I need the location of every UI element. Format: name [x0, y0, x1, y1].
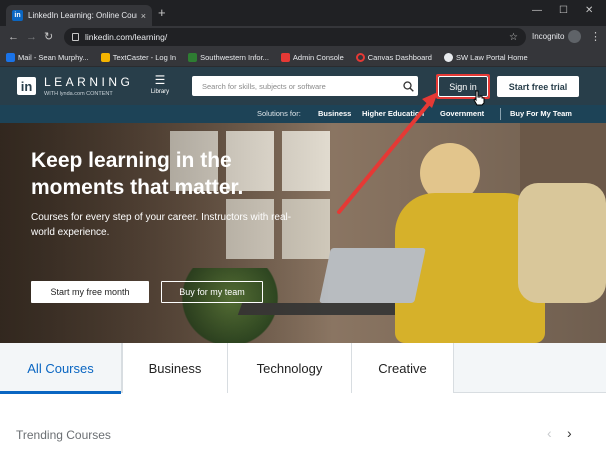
search-input[interactable] — [202, 81, 398, 91]
canvas-icon — [355, 52, 365, 62]
brand-name[interactable]: LEARNING — [44, 75, 133, 89]
search-icon[interactable] — [398, 76, 418, 96]
browser-toolbar: ← → ↻ linkedin.com/learning/ ☆ Incognito… — [0, 26, 606, 48]
lock-icon — [72, 33, 79, 41]
incognito-label: Incognito — [532, 32, 565, 41]
linkedin-favicon-icon: in — [12, 10, 23, 21]
library-label: Library — [150, 89, 170, 95]
bookmark-label: Admin Console — [292, 52, 344, 62]
screenshot-root: in LinkedIn Learning: Online Courses × +… — [0, 0, 606, 451]
bookmark-label: Southwestern Infor... — [200, 52, 269, 62]
library-icon: ☰ — [154, 73, 166, 87]
address-bar[interactable]: linkedin.com/learning/ ☆ — [64, 28, 526, 46]
trending-courses-title: Trending Courses — [16, 428, 111, 442]
hero-description: Courses for every step of your career. I… — [31, 212, 292, 238]
bookmark-label: Canvas Dashboard — [367, 52, 432, 62]
bookmark-item[interactable]: Admin Console — [280, 52, 344, 62]
brand-subtitle: WITH lynda.com CONTENT — [44, 91, 113, 97]
tab-creative[interactable]: Creative — [352, 343, 454, 393]
library-button[interactable]: ☰ Library — [147, 74, 173, 95]
southwestern-icon — [188, 52, 198, 62]
bookmark-label: SW Law Portal Home — [455, 52, 528, 62]
start-free-trial-button[interactable]: Start free trial — [497, 76, 579, 97]
tab-close-icon[interactable]: × — [141, 11, 146, 21]
nav-business[interactable]: Business — [318, 109, 351, 118]
nav-government[interactable]: Government — [440, 109, 484, 118]
close-window-button[interactable]: ✕ — [585, 5, 593, 16]
url-text: linkedin.com/learning/ — [85, 32, 168, 42]
globe-icon — [443, 52, 453, 62]
browser-menu-icon[interactable]: ⋮ — [590, 30, 601, 43]
bookmark-label: TextCaster - Log In — [112, 52, 177, 62]
new-tab-button[interactable]: + — [158, 6, 166, 19]
buy-for-team-button[interactable]: Buy for my team — [161, 281, 263, 303]
course-tabs: All Courses Business Technology Creative — [0, 343, 606, 394]
hero-headline: Keep learning in the moments that matter… — [31, 149, 244, 199]
hand-cursor-icon — [473, 90, 485, 106]
back-icon[interactable]: ← — [8, 30, 19, 44]
site-header: in LEARNING WITH lynda.com CONTENT ☰ Lib… — [0, 67, 606, 105]
linkedin-logo-icon[interactable]: in — [17, 77, 36, 95]
armchair — [518, 183, 606, 303]
nav-buy-for-my-team[interactable]: Buy For My Team — [510, 109, 572, 118]
browser-tab[interactable]: in LinkedIn Learning: Online Courses × — [6, 5, 152, 26]
incognito-avatar-icon[interactable] — [568, 30, 581, 43]
start-free-month-button[interactable]: Start my free month — [31, 281, 149, 303]
solutions-label: Solutions for: — [257, 109, 301, 118]
bookmark-item[interactable]: Mail - Sean Murphy... — [6, 52, 89, 62]
minimize-button[interactable]: — — [532, 5, 542, 16]
reload-icon[interactable]: ↻ — [44, 30, 53, 44]
bookmark-item[interactable]: SW Law Portal Home — [443, 52, 528, 62]
adobe-icon — [280, 52, 290, 62]
browser-tab-strip: in LinkedIn Learning: Online Courses × +… — [0, 0, 606, 26]
bookmark-label: Mail - Sean Murphy... — [18, 52, 89, 62]
solutions-nav: Solutions for: Business Higher Education… — [0, 105, 606, 123]
maximize-button[interactable]: ☐ — [559, 5, 568, 16]
textcaster-icon — [100, 52, 110, 62]
forward-icon[interactable]: → — [26, 30, 37, 44]
bookmark-star-icon[interactable]: ☆ — [509, 32, 518, 43]
mail-icon — [6, 52, 15, 62]
carousel-prev-icon[interactable]: ‹ — [547, 425, 552, 441]
bookmark-item[interactable]: Southwestern Infor... — [188, 52, 269, 62]
nav-higher-education[interactable]: Higher Education — [362, 109, 424, 118]
tab-all-courses[interactable]: All Courses — [0, 343, 122, 394]
laptop — [319, 248, 426, 303]
carousel-next-icon[interactable]: › — [567, 425, 572, 441]
tab-technology[interactable]: Technology — [228, 343, 352, 393]
bookmark-item[interactable]: TextCaster - Log In — [100, 52, 177, 62]
nav-divider — [500, 108, 501, 120]
search-box — [192, 76, 418, 96]
hero-banner: Keep learning in the moments that matter… — [0, 123, 606, 343]
bookmark-item[interactable]: Canvas Dashboard — [355, 52, 432, 62]
tab-business[interactable]: Business — [122, 343, 228, 393]
tab-title: LinkedIn Learning: Online Courses — [28, 11, 137, 20]
bookmarks-bar: Mail - Sean Murphy... TextCaster - Log I… — [0, 48, 606, 67]
